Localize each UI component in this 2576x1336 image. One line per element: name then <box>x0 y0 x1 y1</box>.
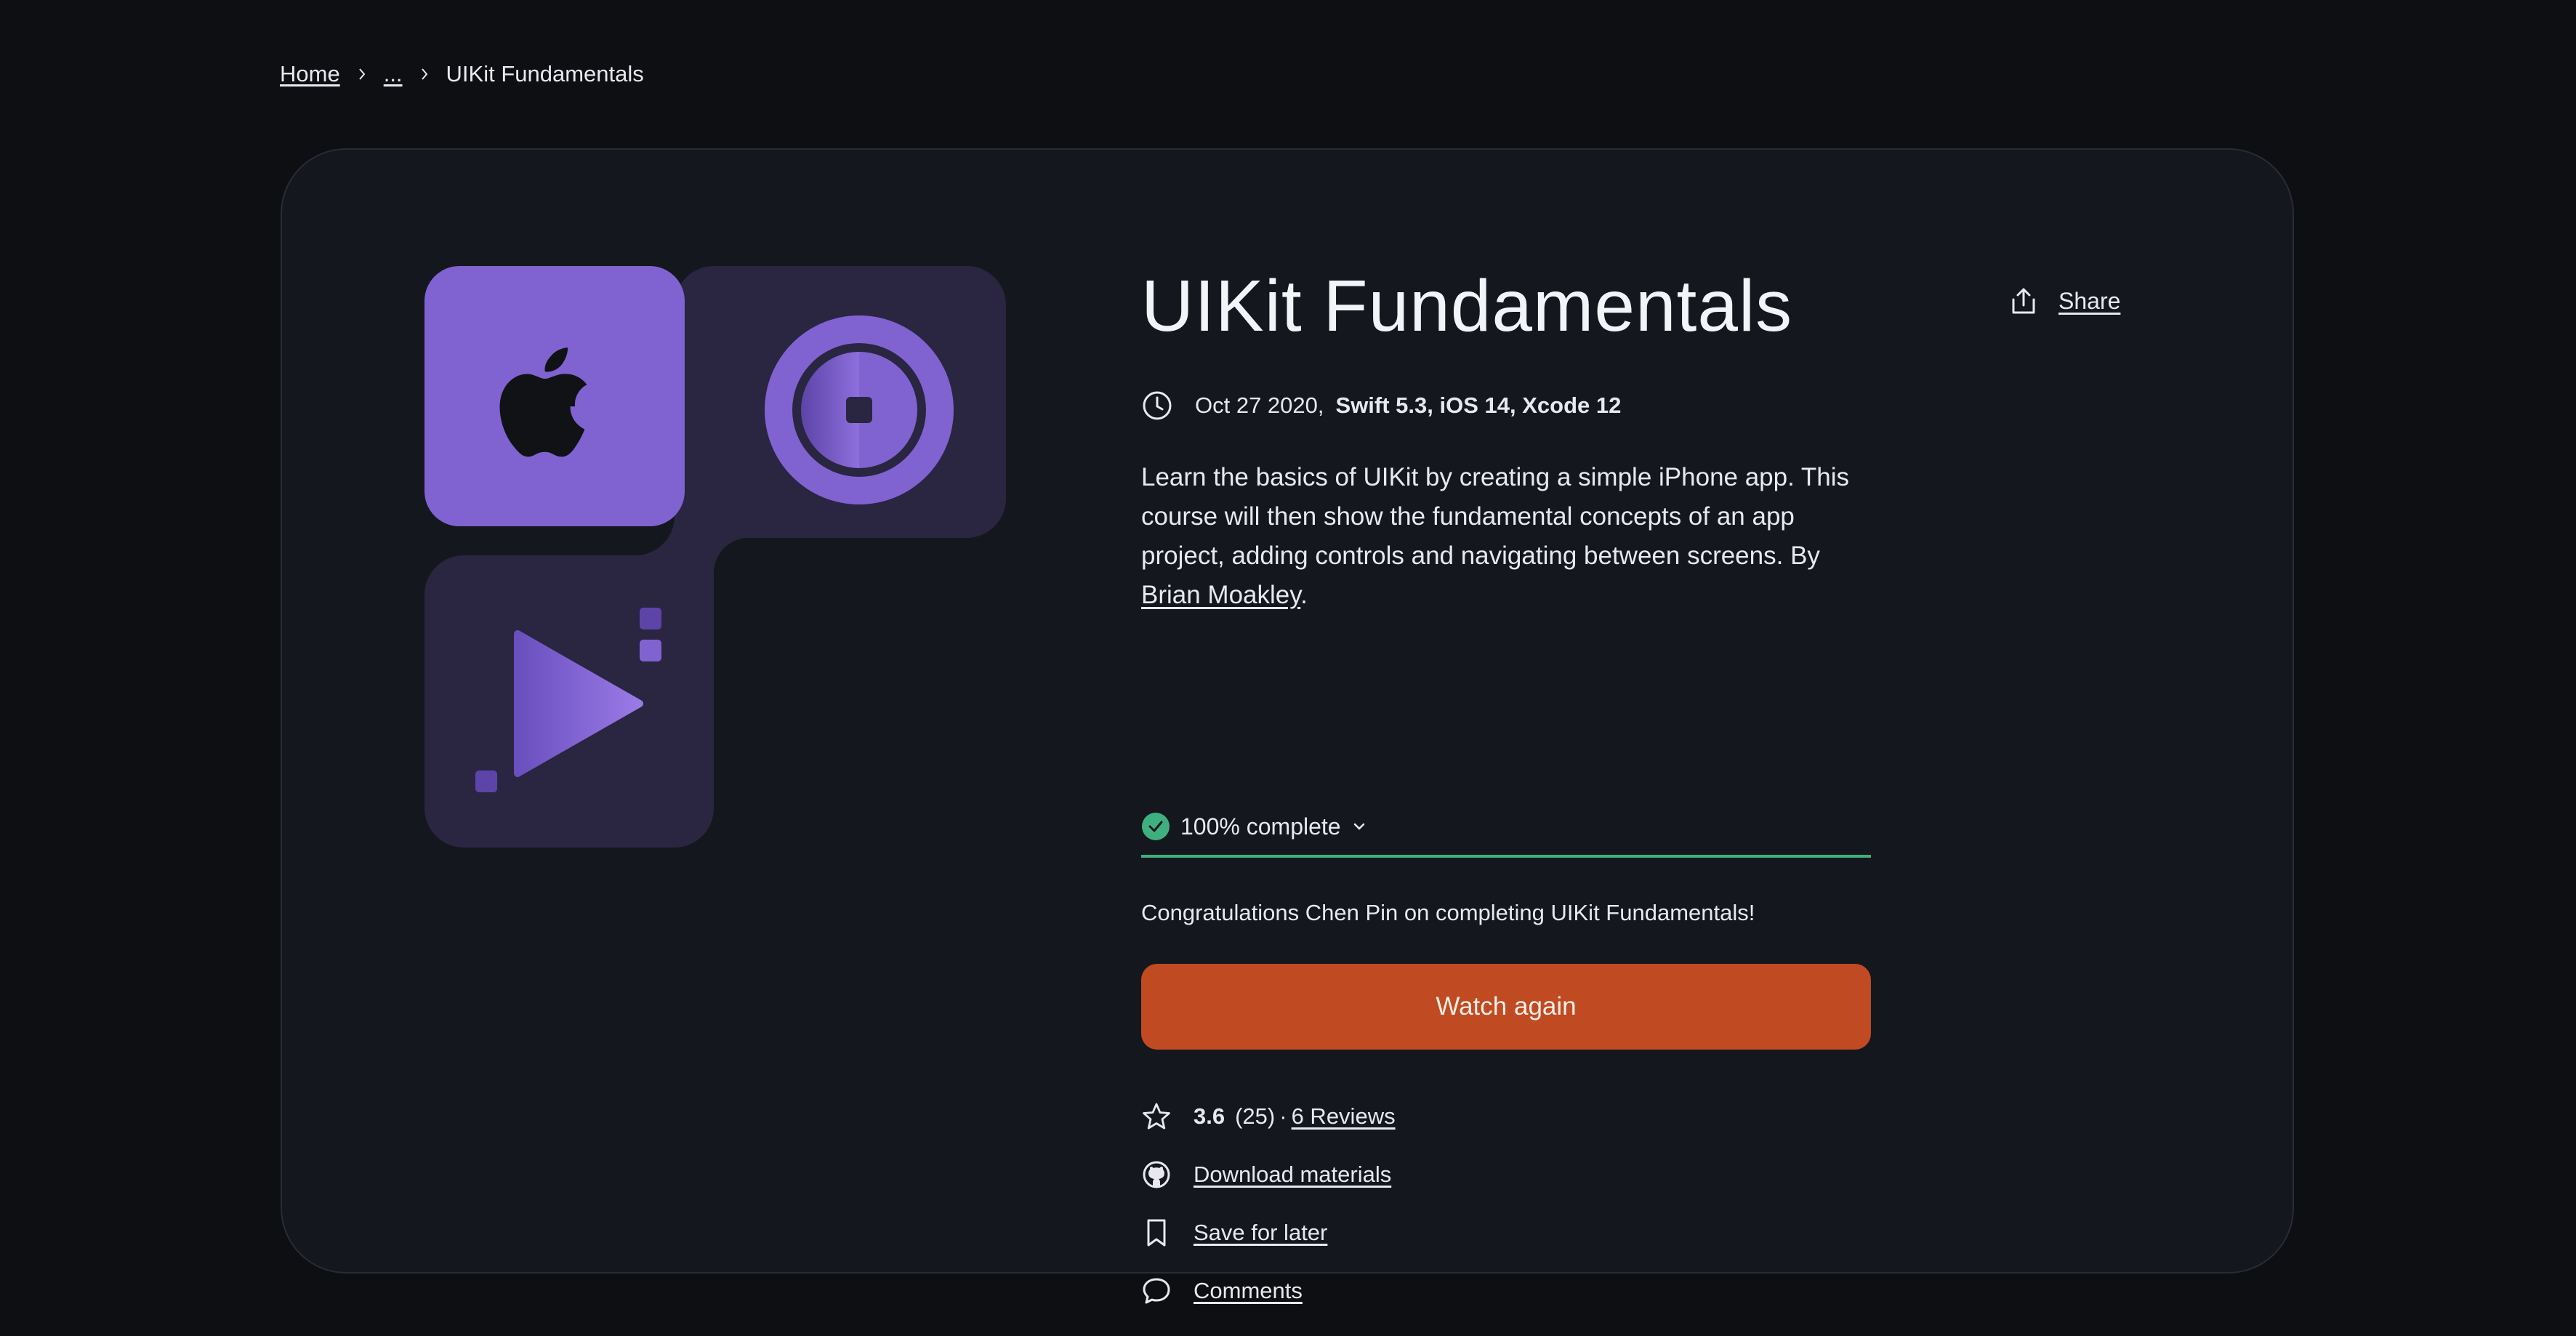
rating-row: 3.6 (25) · 6 Reviews <box>1141 1087 1396 1146</box>
breadcrumb-home-link[interactable]: Home <box>280 61 340 87</box>
share-icon <box>2012 288 2035 314</box>
download-materials-row[interactable]: Download materials <box>1141 1146 1396 1204</box>
comments-row[interactable]: Comments <box>1141 1262 1396 1320</box>
release-date: Oct 27 2020, <box>1195 393 1324 418</box>
course-card: UIKit Fundamentals Share Oct 27 2020, Sw… <box>281 148 2294 1304</box>
chevron-down-icon <box>1353 823 1364 830</box>
save-for-later-link[interactable]: Save for later <box>1194 1220 1327 1246</box>
star-icon <box>1141 1101 1172 1132</box>
course-actions: 3.6 (25) · 6 Reviews Download materials … <box>1141 1087 1396 1320</box>
check-circle-icon <box>1142 813 1170 840</box>
chevron-right-icon <box>421 68 427 80</box>
progress-label: 100% complete <box>1180 813 1341 840</box>
progress-bar <box>1141 855 1871 858</box>
rating-score: 3.6 <box>1194 1103 1225 1129</box>
course-artwork <box>424 266 1006 848</box>
progress-bar-fill <box>1141 855 1871 858</box>
course-title: UIKit Fundamentals <box>1141 265 1793 347</box>
clock-icon <box>1143 391 1172 420</box>
reviews-link[interactable]: 6 Reviews <box>1292 1103 1396 1130</box>
comments-link[interactable]: Comments <box>1194 1278 1303 1304</box>
congrats-message: Congratulations Chen Pin on completing U… <box>1141 900 1755 925</box>
share-button[interactable]: Share <box>2008 285 2120 317</box>
breadcrumb: Home ... UIKit Fundamentals <box>280 60 644 89</box>
bookmark-icon <box>1141 1218 1172 1248</box>
description-text: Learn the basics of UIKit by creating a … <box>1141 463 1850 570</box>
tech-versions: Swift 5.3, iOS 14, Xcode 12 <box>1335 393 1622 418</box>
breadcrumb-ellipsis-link[interactable]: ... <box>384 61 403 87</box>
chevron-right-icon <box>358 68 366 80</box>
target-icon <box>765 315 954 504</box>
progress-section: 100% complete <box>1141 808 1871 859</box>
download-materials-link[interactable]: Download materials <box>1194 1162 1391 1188</box>
author-link[interactable]: Brian Moakley <box>1141 581 1300 609</box>
course-description: Learn the basics of UIKit by creating a … <box>1141 458 1868 615</box>
share-label: Share <box>2058 287 2121 314</box>
rating-count: (25) <box>1235 1103 1276 1129</box>
watch-again-button[interactable]: Watch again <box>1141 964 1871 1050</box>
comment-icon <box>1141 1276 1172 1306</box>
save-for-later-row[interactable]: Save for later <box>1141 1204 1396 1262</box>
breadcrumb-current: UIKit Fundamentals <box>446 61 644 86</box>
rating-separator: · <box>1279 1103 1287 1129</box>
github-icon <box>1141 1159 1172 1190</box>
description-end: . <box>1300 581 1308 609</box>
progress-toggle[interactable]: 100% complete <box>1141 808 1871 845</box>
course-meta: Oct 27 2020, Swift 5.3, iOS 14, Xcode 12 <box>1141 390 1621 422</box>
